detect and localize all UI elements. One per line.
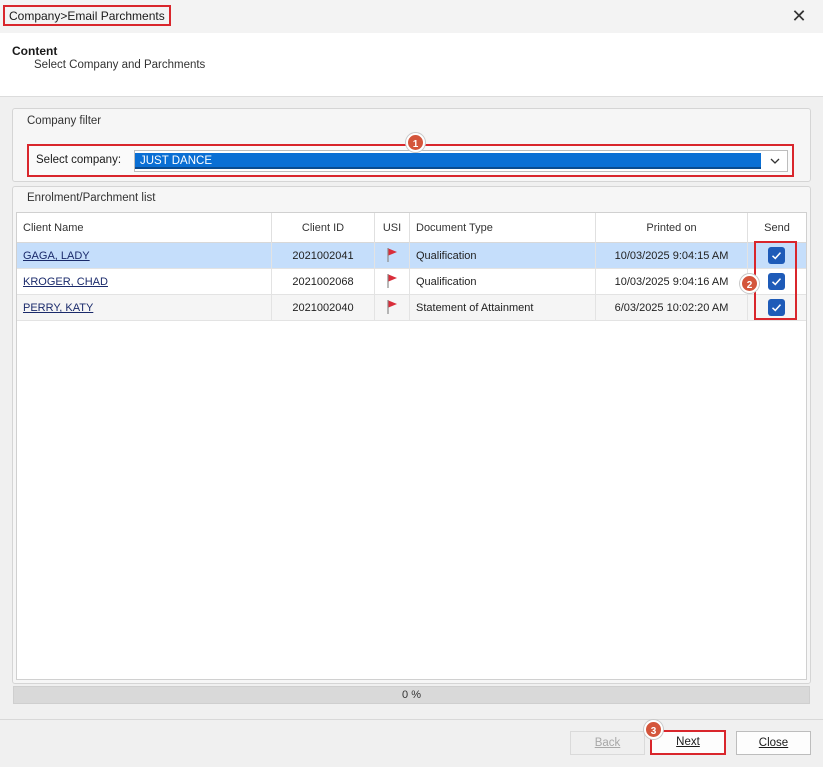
col-header-client-name[interactable]: Client Name	[17, 213, 272, 243]
client-name-cell[interactable]: GAGA, LADY	[17, 243, 272, 269]
printed-on-cell: 6/03/2025 10:02:20 AM	[596, 295, 748, 321]
close-button[interactable]: Close	[736, 731, 811, 755]
client-id-cell: 2021002041	[272, 243, 375, 269]
select-company-dropdown[interactable]: JUST DANCE	[134, 150, 788, 172]
back-button[interactable]: Back	[570, 731, 645, 755]
flag-icon	[387, 274, 397, 288]
progress-bar: 0 %	[13, 686, 810, 704]
select-company-label: Select company:	[36, 154, 122, 166]
flag-icon	[387, 300, 397, 314]
close-window-icon[interactable]: ✕	[789, 6, 809, 26]
page-title: Content	[12, 44, 58, 58]
usi-cell	[375, 243, 410, 269]
select-company-value[interactable]: JUST DANCE	[135, 153, 761, 169]
client-name-cell[interactable]: KROGER, CHAD	[17, 269, 272, 295]
parchment-grid: Client Name Client ID USI Document Type …	[16, 212, 807, 680]
client-name-link[interactable]: PERRY, KATY	[23, 302, 93, 314]
table-row[interactable]: GAGA, LADY 2021002041 Qualification 10/0…	[17, 243, 806, 269]
step-badge-2: 2	[740, 274, 759, 293]
grid-header: Client Name Client ID USI Document Type …	[17, 213, 806, 243]
col-header-usi[interactable]: USI	[375, 213, 410, 243]
table-row[interactable]: PERRY, KATY 2021002040 Statement of Atta…	[17, 295, 806, 321]
col-header-printed-on[interactable]: Printed on	[596, 213, 748, 243]
parchment-list-title: Enrolment/Parchment list	[27, 192, 156, 204]
document-type-cell: Qualification	[410, 269, 596, 295]
page-subtitle: Select Company and Parchments	[34, 59, 206, 71]
usi-cell	[375, 295, 410, 321]
next-button-label: Next	[676, 736, 700, 748]
title-bar: Company>Email Parchments ✕	[0, 0, 823, 33]
client-name-cell[interactable]: PERRY, KATY	[17, 295, 272, 321]
send-column-highlight	[754, 241, 797, 320]
client-name-link[interactable]: KROGER, CHAD	[23, 276, 108, 288]
col-header-send[interactable]: Send	[748, 213, 806, 243]
col-header-document-type[interactable]: Document Type	[410, 213, 596, 243]
document-type-cell: Qualification	[410, 243, 596, 269]
client-name-link[interactable]: GAGA, LADY	[23, 250, 90, 262]
usi-cell	[375, 269, 410, 295]
client-id-cell: 2021002068	[272, 269, 375, 295]
window-title: Company>Email Parchments	[3, 5, 171, 26]
document-type-cell: Statement of Attainment	[410, 295, 596, 321]
printed-on-cell: 10/03/2025 9:04:16 AM	[596, 269, 748, 295]
chevron-down-icon[interactable]	[769, 155, 781, 167]
col-header-client-id[interactable]: Client ID	[272, 213, 375, 243]
step-badge-1: 1	[406, 133, 425, 152]
table-row[interactable]: KROGER, CHAD 2021002068 Qualification 10…	[17, 269, 806, 295]
back-button-label: Back	[594, 737, 621, 749]
printed-on-cell: 10/03/2025 9:04:15 AM	[596, 243, 748, 269]
progress-label: 0 %	[402, 689, 421, 701]
company-filter-title: Company filter	[27, 115, 102, 127]
wizard-footer: Back Next Close	[0, 719, 823, 767]
client-id-cell: 2021002040	[272, 295, 375, 321]
step-badge-3: 3	[644, 720, 663, 739]
close-button-label: Close	[758, 737, 789, 749]
flag-icon	[387, 248, 397, 262]
wizard-header: Content Select Company and Parchments	[0, 33, 823, 97]
